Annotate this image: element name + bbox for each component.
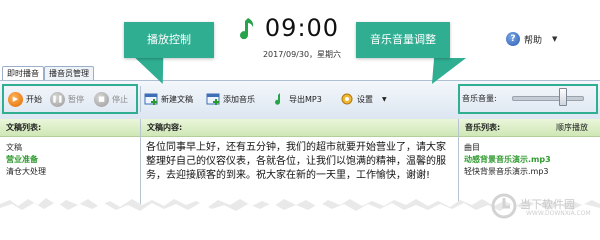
export-mp3-label: 导出MP3 <box>289 94 322 104</box>
new-document-icon <box>144 93 158 105</box>
music-export-icon <box>275 93 281 105</box>
settings-icon <box>341 93 353 105</box>
tab-announcer-management[interactable]: 播音员管理 <box>44 66 94 80</box>
list-item[interactable]: 轻快背景音乐演示.mp3 <box>464 166 551 178</box>
watermark-subtext: WWW.DOWNXIA.COM <box>526 210 591 217</box>
play-order-toggle[interactable]: 顺序播放 <box>556 119 588 137</box>
volume-highlight-box <box>458 84 598 114</box>
tab-instant-broadcast[interactable]: 即时播音 <box>2 66 44 80</box>
playback-highlight-box <box>2 84 138 114</box>
help-icon: ? <box>506 32 520 46</box>
add-music-icon <box>206 93 220 105</box>
settings-label: 设置 <box>357 94 373 104</box>
script-content-header: 文稿内容: <box>141 119 458 137</box>
list-item[interactable]: 清仓大处理 <box>6 166 46 178</box>
new-script-button[interactable]: 新建文稿 <box>144 91 193 107</box>
volume-callout: 音乐音量调整 <box>356 22 450 58</box>
chevron-down-icon: ▼ <box>382 95 387 103</box>
script-content-text[interactable]: 各位同事早上好，还有五分钟，我们的超市就要开始营业了，请大家整理好自己的仪容仪表… <box>146 141 452 183</box>
export-mp3-button[interactable]: 导出MP3 <box>272 91 322 107</box>
music-list: 曲目 动感背景音乐演示.mp3 轻快背景音乐演示.mp3 <box>464 142 551 178</box>
tab-bar: 即时播音 播音员管理 <box>0 66 140 80</box>
help-button[interactable]: ? 帮助 ▼ <box>506 30 557 48</box>
list-item[interactable]: 营业准备 <box>6 154 46 166</box>
date-display: 2017/09/30，星期六 <box>262 50 342 59</box>
toolbar-divider <box>140 86 141 112</box>
script-list-header: 文稿列表: <box>0 119 140 137</box>
script-list-column: 文稿 <box>6 143 22 152</box>
music-note-icon <box>240 18 254 40</box>
clock-display: 09:00 <box>264 14 340 42</box>
add-music-button[interactable]: 添加音乐 <box>206 91 255 107</box>
list-item[interactable]: 动感背景音乐演示.mp3 <box>464 154 551 166</box>
chevron-down-icon: ▼ <box>552 35 558 43</box>
add-music-label: 添加音乐 <box>223 94 255 104</box>
script-list: 文稿 营业准备 清仓大处理 <box>6 142 46 178</box>
help-label: 帮助 <box>524 35 543 46</box>
new-script-label: 新建文稿 <box>161 94 193 104</box>
settings-button[interactable]: 设置 ▼ <box>340 91 387 107</box>
music-list-column: 曲目 <box>464 143 480 152</box>
playback-callout: 播放控制 <box>124 22 214 58</box>
